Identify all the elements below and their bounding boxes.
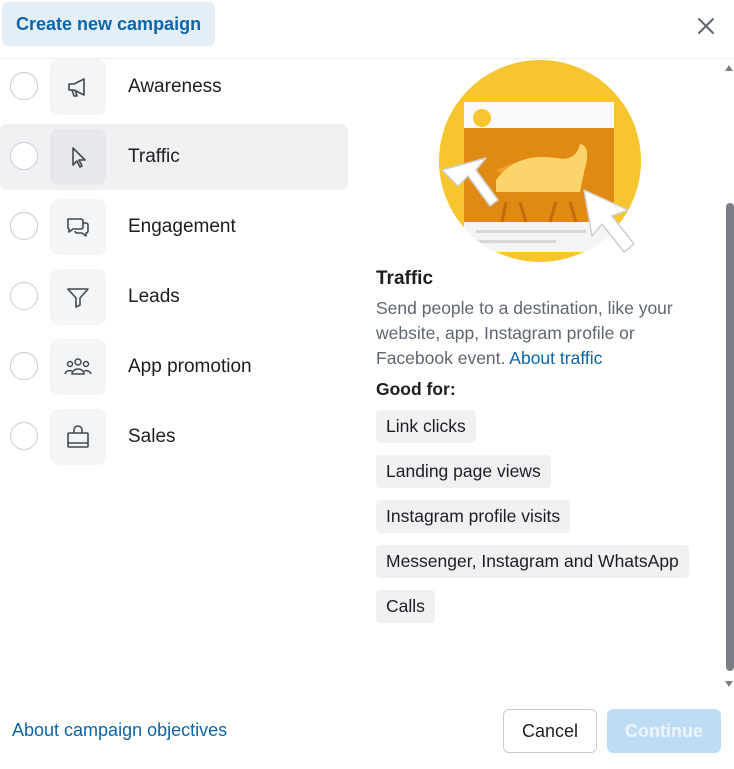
funnel-icon xyxy=(50,269,106,325)
people-icon xyxy=(50,339,106,395)
objective-label: App promotion xyxy=(128,356,252,377)
objective-app-promotion[interactable]: App promotion xyxy=(0,334,348,400)
radio-button[interactable] xyxy=(10,352,38,380)
objective-sales[interactable]: Sales xyxy=(0,404,348,470)
megaphone-icon xyxy=(50,59,106,115)
radio-button[interactable] xyxy=(10,212,38,240)
good-for-label: Good for: xyxy=(376,379,456,399)
shopping-bag-icon xyxy=(50,409,106,465)
dialog-title: Create new campaign xyxy=(2,2,216,46)
good-for-tag: Link clicks xyxy=(376,410,476,443)
close-button[interactable] xyxy=(690,10,722,42)
detail-title: Traffic xyxy=(376,268,434,289)
objective-engagement[interactable]: Engagement xyxy=(0,194,348,260)
objective-label: Awareness xyxy=(128,76,222,97)
continue-button[interactable]: Continue xyxy=(607,709,721,753)
about-campaign-objectives-link[interactable]: About campaign objectives xyxy=(12,720,227,741)
objective-label: Engagement xyxy=(128,216,236,237)
radio-button[interactable] xyxy=(10,142,38,170)
objective-awareness[interactable]: Awareness xyxy=(0,54,348,120)
scrollbar-thumb[interactable] xyxy=(726,203,734,671)
good-for-tag: Instagram profile visits xyxy=(376,500,571,533)
radio-button[interactable] xyxy=(10,72,38,100)
radio-button[interactable] xyxy=(10,422,38,450)
dialog-header: Create new campaign xyxy=(0,0,734,59)
good-for-tag: Calls xyxy=(376,590,435,623)
detail-description: Send people to a destination, like your … xyxy=(376,296,716,371)
cursor-icon xyxy=(50,129,106,185)
objective-traffic[interactable]: Traffic xyxy=(0,124,348,190)
radio-button[interactable] xyxy=(10,282,38,310)
scroll-up-arrow[interactable] xyxy=(724,64,734,72)
objective-label: Traffic xyxy=(128,146,180,167)
scroll-down-arrow[interactable] xyxy=(724,680,734,688)
objective-label: Leads xyxy=(128,286,180,307)
chat-bubbles-icon xyxy=(50,199,106,255)
traffic-illustration xyxy=(436,60,644,262)
close-icon xyxy=(698,18,714,34)
objective-detail-panel: Traffic Send people to a destination, li… xyxy=(376,268,716,635)
about-traffic-link[interactable]: About traffic xyxy=(509,348,602,368)
good-for-tags: Link clicks Landing page views Instagram… xyxy=(376,410,716,635)
objective-leads[interactable]: Leads xyxy=(0,264,348,330)
good-for-tag: Landing page views xyxy=(376,455,551,488)
cancel-button[interactable]: Cancel xyxy=(503,709,597,753)
objective-label: Sales xyxy=(128,426,176,447)
good-for-tag: Messenger, Instagram and WhatsApp xyxy=(376,545,689,578)
